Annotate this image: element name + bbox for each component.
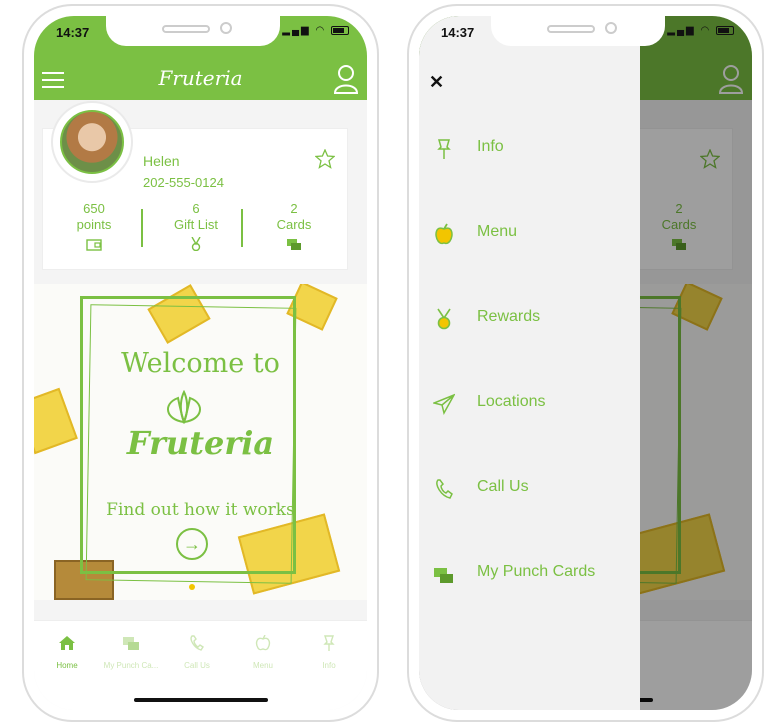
apple-icon (254, 634, 272, 651)
stat-divider (241, 209, 243, 247)
fruteria-leaf-logo (152, 389, 216, 425)
camera (605, 22, 617, 34)
user-profile-icon[interactable] (333, 64, 359, 94)
profile-name: Helen (143, 153, 180, 169)
menu-item-punch-cards[interactable]: My Punch Cards (419, 553, 640, 593)
speaker (162, 25, 210, 33)
menu-item-label: Call Us (477, 478, 529, 495)
status-time: 14:37 (56, 25, 90, 40)
tab-punch-cards-label: My Punch Ca... (103, 661, 159, 670)
tab-punch-cards[interactable]: My Punch Ca... (98, 635, 164, 670)
stat-gift-list[interactable]: 6 Gift List (151, 201, 241, 252)
tab-menu-label: Menu (252, 661, 273, 670)
menu-item-locations[interactable]: Locations (419, 383, 640, 423)
camera (220, 22, 232, 34)
menu-item-label: Locations (477, 393, 546, 410)
phone-home-screen: Fruteria 14:37 ▂▄▆ ◠ Helen 202-555-0124 … (22, 4, 379, 722)
banner-welcome-text: Welcome to (121, 348, 280, 379)
stat-points-value: 650 (83, 201, 105, 216)
tab-home-label: Home (56, 661, 78, 670)
pin-icon (320, 635, 338, 651)
stat-cards[interactable]: 2 Cards (249, 201, 339, 251)
tab-bar: Home My Punch Ca... Call Us Menu Info (34, 620, 367, 710)
wallet-icon (86, 237, 102, 251)
battery-icon (331, 25, 349, 35)
stat-cards-label: Cards (276, 217, 312, 232)
tab-info[interactable]: Info (296, 635, 362, 670)
status-time: 14:37 (441, 25, 475, 40)
menu-item-info[interactable]: Info (419, 128, 640, 168)
stat-cards-value: 2 (290, 201, 298, 216)
home-icon (58, 635, 76, 651)
menu-item-menu[interactable]: Menu (419, 213, 640, 253)
stat-points-label: points (76, 217, 112, 232)
speaker (547, 25, 595, 33)
phone-icon (433, 478, 455, 500)
menu-item-label: Info (477, 138, 504, 155)
notch (491, 16, 665, 46)
medal-icon (433, 308, 455, 330)
phone-icon (188, 635, 206, 651)
banner-cta-text: Find out how it works (106, 500, 295, 520)
app-logo: Fruteria (158, 66, 243, 90)
side-drawer: ✕ Info Menu Rewards Locations Call Us My… (419, 16, 640, 710)
profile-phone: 202-555-0124 (143, 175, 224, 190)
stat-divider (141, 209, 143, 247)
cards-icon (286, 237, 302, 251)
send-icon (431, 393, 456, 416)
notch (106, 16, 280, 46)
stat-gift-label: Gift List (173, 217, 219, 232)
medal-icon (188, 236, 204, 252)
menu-item-label: Rewards (477, 308, 541, 325)
tab-info-label: Info (322, 661, 336, 670)
home-indicator[interactable] (134, 698, 268, 702)
stat-gift-value: 6 (192, 201, 200, 216)
punch-cards-icon (433, 563, 455, 585)
menu-screen: 2 Cards ✕ Info Menu Rewards Locations Ca… (419, 16, 752, 710)
avatar-ring (51, 101, 133, 183)
system-icons: ▂▄▆ ◠ (667, 25, 734, 36)
tab-call-us-label: Call Us (184, 661, 210, 670)
menu-item-label: Menu (477, 223, 518, 240)
tab-home[interactable]: Home (34, 635, 100, 670)
carousel-dot[interactable] (189, 584, 195, 590)
banner-arrow-button[interactable]: → (176, 528, 208, 560)
tab-call-us[interactable]: Call Us (164, 635, 230, 670)
star-icon[interactable] (314, 148, 336, 169)
avatar[interactable] (60, 110, 124, 174)
stat-points[interactable]: 650 points (49, 201, 139, 251)
profile-card: Helen 202-555-0124 650 points 6 Gift Lis… (42, 101, 348, 270)
menu-item-rewards[interactable]: Rewards (419, 298, 640, 338)
apple-icon (433, 223, 455, 245)
welcome-banner[interactable]: Welcome to Fruteria Find out how it work… (34, 284, 367, 600)
close-icon[interactable]: ✕ (429, 72, 444, 93)
menu-item-call-us[interactable]: Call Us (419, 468, 640, 508)
home-screen: Fruteria 14:37 ▂▄▆ ◠ Helen 202-555-0124 … (34, 16, 367, 710)
system-icons: ▂▄▆ ◠ (282, 25, 349, 36)
banner-brand-text: Fruteria (126, 424, 275, 462)
phone-menu-screen: 2 Cards ✕ Info Menu Rewards Locations Ca… (407, 4, 764, 722)
battery-icon (716, 25, 734, 35)
tab-menu[interactable]: Menu (230, 634, 296, 670)
punch-cards-icon (122, 635, 140, 651)
menu-item-label: My Punch Cards (477, 563, 596, 580)
pin-icon (433, 138, 455, 160)
